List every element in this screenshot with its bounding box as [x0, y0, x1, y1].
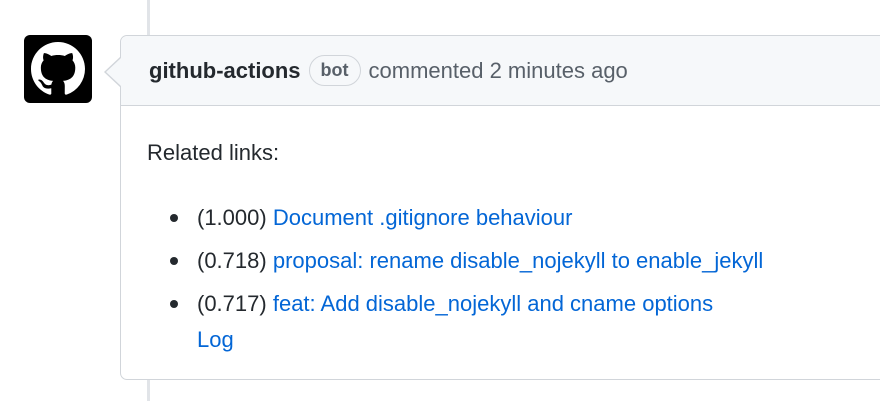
github-mark-icon [31, 42, 85, 95]
list-item: (1.000) Document .gitignore behaviour [147, 200, 880, 236]
related-link[interactable]: Document .gitignore behaviour [273, 205, 573, 230]
related-link[interactable]: feat: Add disable_nojekyll and cname opt… [273, 291, 713, 316]
bullet [170, 214, 178, 222]
list-item: (0.717) feat: Add disable_nojekyll and c… [147, 286, 880, 358]
comment-body: Related links: (1.000) Document .gitigno… [147, 138, 880, 352]
list-item: (0.718) proposal: rename disable_nojekyl… [147, 243, 880, 279]
avatar[interactable] [24, 35, 92, 103]
comment-box: github-actions bot commented 2 minutes a… [120, 35, 880, 380]
related-link[interactable]: proposal: rename disable_nojekyll to ena… [273, 248, 763, 273]
related-links-list: (1.000) Document .gitignore behaviour (0… [147, 200, 880, 365]
comment-header: github-actions bot commented 2 minutes a… [121, 36, 880, 106]
bot-badge: bot [308, 55, 361, 86]
related-link-continued[interactable]: Log [197, 327, 234, 352]
bullet [170, 257, 178, 265]
comment-intro: Related links: [147, 140, 280, 165]
comment-caret-fill [106, 58, 121, 86]
bullet [170, 300, 178, 308]
link-score: (1.000) [197, 205, 267, 230]
link-score: (0.718) [197, 248, 267, 273]
link-score: (0.717) [197, 291, 267, 316]
comment-timestamp[interactable]: commented 2 minutes ago [369, 58, 628, 84]
author-link[interactable]: github-actions [149, 58, 301, 84]
